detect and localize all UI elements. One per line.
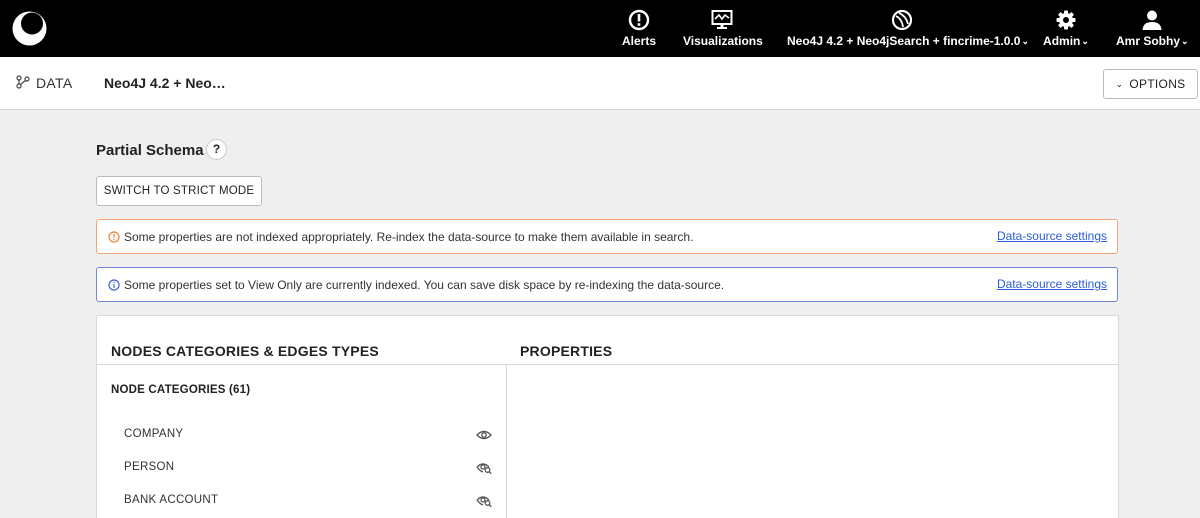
- chevron-down-icon: ⌄: [1081, 36, 1089, 46]
- nav-datasource-label: Neo4J 4.2 + Neo4jSearch + fincrime-1.0.0: [787, 34, 1021, 48]
- eye-icon[interactable]: [476, 428, 492, 442]
- options-label: OPTIONS: [1129, 77, 1186, 91]
- datasource-settings-link[interactable]: Data-source settings: [997, 229, 1107, 243]
- datasource-title: Neo4J 4.2 + Neo…: [104, 75, 226, 91]
- options-button[interactable]: ⌄ OPTIONS: [1103, 69, 1198, 99]
- node-category-row[interactable]: BANK ACCOUNT: [97, 485, 506, 515]
- section-label: DATA: [36, 75, 73, 91]
- datasource-settings-link[interactable]: Data-source settings: [997, 277, 1107, 291]
- warning-alert: Some properties are not indexed appropri…: [96, 219, 1118, 254]
- eye-search-icon[interactable]: [476, 461, 492, 475]
- sub-header: DATA Neo4J 4.2 + Neo… ⌄ OPTIONS: [0, 57, 1200, 110]
- nav-visualizations[interactable]: Visualizations: [683, 0, 763, 57]
- nav-alerts[interactable]: Alerts: [617, 0, 661, 57]
- top-navbar: Alerts Visualizations Neo4J 4.2 + Neo4jS…: [0, 0, 1200, 57]
- nav-datasource-dropdown[interactable]: Neo4J 4.2 + Neo4jSearch + fincrime-1.0.0…: [787, 0, 1029, 57]
- chevron-down-icon: ⌄: [1115, 79, 1124, 89]
- node-categories-header: NODE CATEGORIES (61): [111, 384, 251, 396]
- info-alert-text: Some properties set to View Only are cur…: [124, 278, 725, 292]
- nav-user-label: Amr Sobhy: [1116, 34, 1181, 48]
- schema-panel: NODES CATEGORIES & EDGES TYPES PROPERTIE…: [96, 315, 1119, 518]
- nav-admin-label: Admin: [1043, 34, 1081, 48]
- page-title: Partial Schema: [96, 142, 204, 159]
- gear-icon: [1056, 10, 1076, 30]
- node-category-row[interactable]: PERSON: [97, 452, 506, 482]
- nodes-edges-title: NODES CATEGORIES & EDGES TYPES: [111, 343, 379, 359]
- chevron-down-icon: ⌄: [1021, 36, 1030, 46]
- datasource-globe-icon: [891, 9, 913, 31]
- divider: [97, 364, 506, 365]
- nav-user-dropdown[interactable]: Amr Sobhy⌄: [1116, 0, 1189, 57]
- node-category-label: PERSON: [124, 461, 175, 473]
- info-alert: Some properties set to View Only are cur…: [96, 267, 1118, 302]
- help-button[interactable]: ?: [206, 139, 227, 160]
- node-category-label: COMPANY: [124, 428, 184, 440]
- nav-visualizations-label: Visualizations: [683, 34, 763, 48]
- visualizations-monitor-icon: [711, 10, 732, 29]
- column-divider: [506, 364, 507, 518]
- alert-circle-icon: [628, 9, 650, 31]
- linkurious-logo-icon[interactable]: [12, 11, 47, 46]
- nav-alerts-label: Alerts: [621, 34, 656, 48]
- chevron-down-icon: ⌄: [1181, 36, 1189, 46]
- node-category-label: BANK ACCOUNT: [124, 494, 219, 506]
- switch-strict-mode-button[interactable]: SWITCH TO STRICT MODE: [96, 176, 262, 206]
- info-circle-icon: [108, 279, 120, 291]
- nav-admin-dropdown[interactable]: Admin⌄: [1043, 0, 1089, 57]
- node-category-row[interactable]: COMPANY: [97, 419, 506, 449]
- properties-title: PROPERTIES: [520, 343, 613, 359]
- eye-search-icon[interactable]: [476, 494, 492, 508]
- user-icon: [1142, 10, 1162, 30]
- warning-alert-text: Some properties are not indexed appropri…: [124, 230, 694, 244]
- graph-schema-icon: [16, 75, 30, 89]
- divider: [506, 364, 1119, 365]
- warning-circle-icon: [108, 231, 120, 243]
